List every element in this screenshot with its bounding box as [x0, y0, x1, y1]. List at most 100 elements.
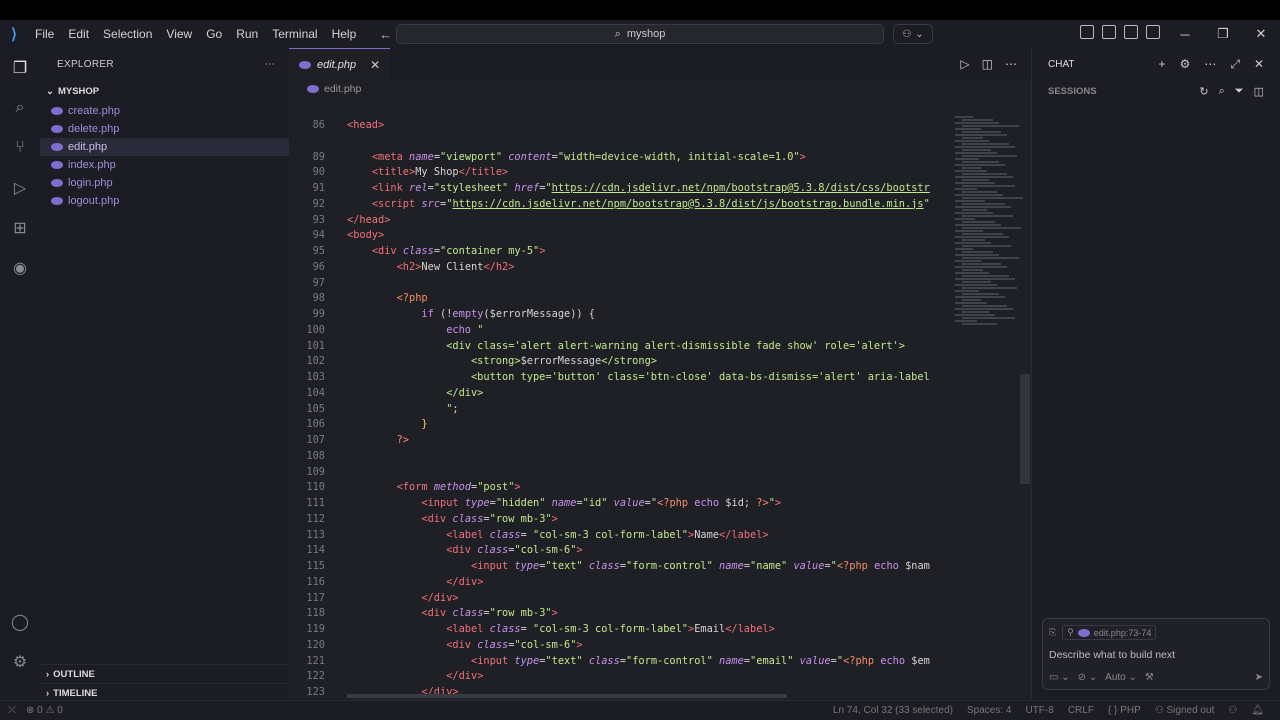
account-icon[interactable]: ◯ [10, 612, 30, 632]
account-status[interactable]: ⚇ Signed out [1155, 705, 1215, 716]
explorer-icon[interactable]: ❐ [10, 58, 30, 78]
code-line[interactable]: 89 <meta name="viewport" content="width=… [289, 150, 951, 165]
cursor-position[interactable]: Ln 74, Col 32 (33 selected) [833, 705, 953, 716]
send-icon[interactable]: ➤ [1255, 672, 1263, 683]
customize-layout-icon[interactable] [1080, 25, 1094, 39]
run-debug-icon[interactable]: ▷ [10, 178, 30, 198]
vertical-scrollbar[interactable] [1020, 374, 1030, 484]
settings-icon[interactable]: ⚙ [1180, 57, 1191, 72]
breadcrumb[interactable]: edit.php [289, 80, 1031, 98]
command-center-search[interactable]: ⌕ myshop [396, 24, 884, 44]
code-line[interactable]: 116 </div> [289, 575, 951, 590]
code-line[interactable]: 105 "; [289, 402, 951, 417]
notifications-icon[interactable]: 🔔︎ [1251, 705, 1264, 716]
code-line[interactable]: 122 </div> [289, 669, 951, 684]
close-tab-icon[interactable]: ✕ [370, 58, 380, 72]
indentation[interactable]: Spaces: 4 [967, 705, 1011, 716]
code-line[interactable]: 115 <input type="text" class="form-contr… [289, 559, 951, 574]
copilot-status-icon[interactable]: ⚇ [1228, 705, 1237, 716]
menu-edit[interactable]: Edit [61, 20, 96, 48]
more-actions-icon[interactable]: ⋯ [1204, 57, 1216, 72]
code-line[interactable]: 111 <input type="hidden" name="id" value… [289, 496, 951, 511]
menu-selection[interactable]: Selection [96, 20, 159, 48]
code-line[interactable]: 86 <head> [289, 118, 951, 133]
extensions-icon[interactable]: ⊞ [10, 218, 30, 238]
search-icon[interactable]: ⌕ [10, 98, 30, 118]
menu-terminal[interactable]: Terminal [265, 20, 324, 48]
code-line[interactable]: 100 echo " [289, 323, 951, 338]
file-item-active[interactable]: edit.php [40, 138, 289, 156]
close-icon[interactable]: ✕ [1242, 20, 1280, 48]
more-actions-icon[interactable]: ⋯ [265, 59, 275, 70]
agent-mode-icon[interactable]: ▭ ⌄ [1049, 672, 1070, 683]
code-line[interactable]: 112 <div class="row mb-3"> [289, 512, 951, 527]
chat-placeholder[interactable]: Describe what to build next [1049, 649, 1263, 661]
code-line[interactable]: 108 [289, 449, 951, 464]
split-editor-icon[interactable]: ◫ [982, 57, 993, 71]
attach-icon[interactable]: ⎘ [1049, 627, 1056, 638]
menu-run[interactable]: Run [229, 20, 265, 48]
toggle-secondary-sidebar-icon[interactable] [1146, 25, 1160, 39]
chat-input-box[interactable]: ⎘ ⚲ edit.php:73-74 Describe what to buil… [1042, 618, 1270, 690]
code-line[interactable]: 96 <h2>New Client</h2> [289, 260, 951, 275]
code-line[interactable] [289, 134, 951, 149]
copilot-menu-button[interactable]: ⚇ ⌄ [893, 24, 933, 44]
code-line[interactable]: 94 <body> [289, 228, 951, 243]
problems-indicator[interactable]: ⊗ 0 ⚠ 0 [26, 705, 63, 716]
file-item[interactable]: create.php [40, 102, 289, 120]
file-item[interactable]: delete.php [40, 120, 289, 138]
tools-icon[interactable]: ⚒ [1145, 672, 1154, 683]
code-line[interactable]: 104 </div> [289, 386, 951, 401]
tab-edit-php[interactable]: edit.php ✕ [289, 48, 391, 80]
encoding[interactable]: UTF-8 [1025, 705, 1053, 716]
code-line[interactable]: 107 ?> [289, 433, 951, 448]
code-line[interactable]: 97 [289, 276, 951, 291]
code-line[interactable]: 119 <label class= "col-sm-3 col-form-lab… [289, 622, 951, 637]
code-line[interactable]: 113 <label class= "col-sm-3 col-form-lab… [289, 528, 951, 543]
minimap[interactable] [953, 116, 1023, 700]
toggle-panel-icon[interactable] [1124, 25, 1138, 39]
menu-file[interactable]: File [28, 20, 61, 48]
close-icon[interactable]: ✕ [1254, 57, 1264, 72]
menu-help[interactable]: Help [325, 20, 364, 48]
code-line[interactable]: 117 </div> [289, 591, 951, 606]
file-item[interactable]: login.php [40, 174, 289, 192]
more-actions-icon[interactable]: ⋯ [1005, 57, 1017, 71]
code-line[interactable]: 121 <input type="text" class="form-contr… [289, 654, 951, 669]
menu-go[interactable]: Go [199, 20, 229, 48]
model-picker-icon[interactable]: ⊘ ⌄ [1078, 672, 1098, 683]
horizontal-scrollbar[interactable] [347, 694, 787, 698]
code-line[interactable]: 102 <strong>$errorMessage</strong> [289, 354, 951, 369]
menu-view[interactable]: View [159, 20, 199, 48]
code-line[interactable]: 90 <title>My Shop</title> [289, 165, 951, 180]
mode-picker[interactable]: Auto ⌄ [1105, 672, 1137, 683]
language-mode[interactable]: { } PHP [1108, 705, 1141, 716]
code-line[interactable]: 120 <div class="col-sm-6"> [289, 638, 951, 653]
search-icon[interactable]: ⌕ [1219, 85, 1225, 98]
folder-header[interactable]: ⌄ MYSHOP [40, 80, 289, 102]
back-arrow-icon[interactable]: ← [379, 27, 392, 42]
code-line[interactable]: 114 <div class="col-sm-6"> [289, 543, 951, 558]
code-line[interactable]: 118 <div class="row mb-3"> [289, 606, 951, 621]
toggle-sidebar-icon[interactable] [1102, 25, 1116, 39]
settings-icon[interactable]: ⚙ [10, 652, 30, 672]
filter-icon[interactable]: ⏷ [1235, 85, 1244, 98]
code-editor[interactable]: 86 <head> 89 <meta name="viewport" content… [289, 116, 951, 700]
code-line[interactable]: 109 [289, 465, 951, 480]
code-line[interactable]: 110 <form method="post"> [289, 480, 951, 495]
context-chip[interactable]: ⚲ edit.php:73-74 [1062, 625, 1157, 640]
minimize-icon[interactable]: ─ [1166, 20, 1204, 48]
split-view-icon[interactable]: ◫ [1254, 85, 1264, 98]
remote-indicator-icon[interactable]: ⤫ [8, 705, 16, 716]
maximize-icon[interactable]: ⤢ [1230, 57, 1240, 72]
code-line[interactable]: 92 <script src="https://cdn.jsdelivr.net… [289, 197, 951, 212]
refresh-icon[interactable]: ↻ [1199, 85, 1208, 98]
remote-icon[interactable]: ◉ [10, 258, 30, 278]
code-line[interactable]: 99 if (!empty($errorMessage)) { [289, 307, 951, 322]
code-line[interactable]: 91 <link rel="stylesheet" href="https://… [289, 181, 951, 196]
file-item[interactable]: logout.php [40, 192, 289, 210]
code-line[interactable]: 101 <div class='alert alert-warning aler… [289, 339, 951, 354]
line-ending[interactable]: CRLF [1068, 705, 1094, 716]
code-line[interactable]: 95 <div class="container my-5"> [289, 244, 951, 259]
code-line[interactable]: 93 </head> [289, 213, 951, 228]
